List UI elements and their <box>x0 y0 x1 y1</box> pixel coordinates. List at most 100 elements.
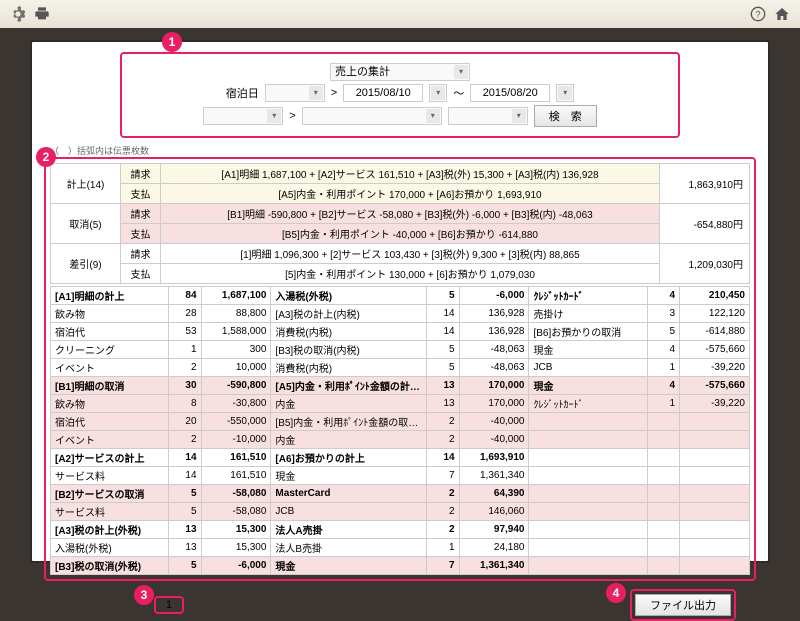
callout-1: 1 <box>162 32 182 52</box>
detail-cell: 97,940 <box>459 521 529 539</box>
chevron-down-icon: ▾ <box>512 109 526 123</box>
detail-cell: -590,800 <box>201 377 271 395</box>
detail-cell: [B3]税の取消(外税) <box>51 557 169 575</box>
detail-cell: 消費税(内税) <box>271 323 427 341</box>
detail-cell: 20 <box>169 413 201 431</box>
detail-row: 宿泊代531,588,000消費税(内税)14136,928[B6]お預かりの取… <box>51 323 750 341</box>
extra-select-2[interactable]: ▾ <box>302 107 442 125</box>
report-type-select[interactable]: 売上の集計▾ <box>330 63 470 81</box>
detail-cell: -40,000 <box>459 413 529 431</box>
toolbar: ? <box>0 0 800 28</box>
detail-cell: 消費税(内税) <box>271 359 427 377</box>
summary-formula: [B5]内金・利用ポイント -40,000 + [B6]お預かり -614,88… <box>161 224 660 244</box>
detail-cell: 1,693,910 <box>459 449 529 467</box>
detail-cell: [B3]税の取消(内税) <box>271 341 427 359</box>
date-to-picker[interactable]: ▾ <box>556 84 574 102</box>
summary-formula: [B1]明細 -590,800 + [B2]サービス -58,080 + [B3… <box>161 204 660 224</box>
detail-cell: 15,300 <box>201 521 271 539</box>
detail-cell: [A1]明細の計上 <box>51 287 169 305</box>
extra-select-3[interactable]: ▾ <box>448 107 528 125</box>
detail-cell: 内金 <box>271 431 427 449</box>
search-button[interactable]: 検 索 <box>534 105 597 127</box>
detail-cell: 5 <box>647 323 679 341</box>
date-kind-select[interactable]: ▾ <box>265 84 325 102</box>
summary-row: 支払[A5]内金・利用ポイント 170,000 + [A6]お預かり 1,693… <box>51 184 750 204</box>
detail-cell: [A3]税の計上(外税) <box>51 521 169 539</box>
summary-group: 取消(5) <box>51 204 121 244</box>
detail-row: イベント210,000消費税(内税)5-48,063JCB1-39,220 <box>51 359 750 377</box>
extra-select-1[interactable]: ▾ <box>203 107 283 125</box>
sep-tilde: ～ <box>453 85 464 101</box>
detail-cell: 1,361,340 <box>459 557 529 575</box>
detail-cell: -6,000 <box>459 287 529 305</box>
detail-cell: 1,361,340 <box>459 467 529 485</box>
detail-cell: 5 <box>427 287 459 305</box>
detail-row: [B3]税の取消(外税)5-6,000現金71,361,340 <box>51 557 750 575</box>
detail-row: 飲み物8-30,800内金13170,000ｸﾚｼﾞｯﾄｶｰﾄﾞ1-39,220 <box>51 395 750 413</box>
detail-cell: [A6]お預かりの計上 <box>271 449 427 467</box>
detail-row: クリーニング1300[B3]税の取消(内税)5-48,063現金4-575,66… <box>51 341 750 359</box>
detail-cell: 7 <box>427 467 459 485</box>
detail-cell <box>647 557 679 575</box>
detail-row: 入湯税(外税)1315,300法人B売掛124,180 <box>51 539 750 557</box>
detail-row: [A1]明細の計上841,687,100入湯税(外税)5-6,000ｸﾚｼﾞｯﾄ… <box>51 287 750 305</box>
detail-cell <box>647 413 679 431</box>
detail-cell: 4 <box>647 287 679 305</box>
print-icon[interactable] <box>34 6 50 22</box>
detail-cell: -40,000 <box>459 431 529 449</box>
detail-cell: 13 <box>427 395 459 413</box>
summary-kind: 請求 <box>121 164 161 184</box>
date-from-input[interactable]: 2015/08/10 <box>343 84 423 102</box>
detail-cell: 2 <box>427 521 459 539</box>
export-box: ファイル出力 <box>630 589 736 621</box>
detail-cell: 1,588,000 <box>201 323 271 341</box>
results-box: 2 計上(14)請求[A1]明細 1,687,100 + [A2]サービス 16… <box>44 157 756 581</box>
gear-icon[interactable] <box>10 6 26 22</box>
detail-cell: 内金 <box>271 395 427 413</box>
detail-cell: 2 <box>427 503 459 521</box>
detail-row: サービス料14161,510現金71,361,340 <box>51 467 750 485</box>
detail-cell: 5 <box>169 485 201 503</box>
detail-row: 飲み物2888,800[A3]税の計上(内税)14136,928売掛け3122,… <box>51 305 750 323</box>
summary-kind: 支払 <box>121 184 161 204</box>
detail-cell: イベント <box>51 359 169 377</box>
date-from-picker[interactable]: ▾ <box>429 84 447 102</box>
detail-cell: 14 <box>427 305 459 323</box>
detail-cell <box>680 503 750 521</box>
summary-formula: [1]明細 1,096,300 + [2]サービス 103,430 + [3]税… <box>161 244 660 264</box>
detail-cell: 現金 <box>529 377 647 395</box>
detail-cell: 1 <box>647 359 679 377</box>
detail-cell: 15,300 <box>201 539 271 557</box>
detail-cell: [B6]お預かりの取消 <box>529 323 647 341</box>
file-export-button[interactable]: ファイル出力 <box>635 594 731 616</box>
detail-cell: 146,060 <box>459 503 529 521</box>
summary-kind: 請求 <box>121 204 161 224</box>
detail-cell: 法人A売掛 <box>271 521 427 539</box>
detail-cell: 13 <box>169 521 201 539</box>
detail-cell: 10,000 <box>201 359 271 377</box>
detail-cell: -10,000 <box>201 431 271 449</box>
detail-cell: 4 <box>647 377 679 395</box>
detail-cell: 飲み物 <box>51 305 169 323</box>
summary-total: 1,863,910円 <box>660 164 750 204</box>
date-to-input[interactable]: 2015/08/20 <box>470 84 550 102</box>
detail-cell: -550,000 <box>201 413 271 431</box>
sep-gt-2: > <box>289 110 295 122</box>
chevron-down-icon: ▾ <box>454 65 468 79</box>
help-icon[interactable]: ? <box>750 6 766 22</box>
detail-cell: [B5]内金・利用ﾎﾟｲﾝﾄ金額の取… <box>271 413 427 431</box>
detail-cell: -48,063 <box>459 341 529 359</box>
detail-cell: -58,080 <box>201 485 271 503</box>
summary-formula: [A1]明細 1,687,100 + [A2]サービス 161,510 + [A… <box>161 164 660 184</box>
detail-cell <box>529 413 647 431</box>
detail-cell: 13 <box>427 377 459 395</box>
detail-cell: 1 <box>169 341 201 359</box>
detail-cell: 210,450 <box>680 287 750 305</box>
detail-cell: 53 <box>169 323 201 341</box>
detail-cell: 宿泊代 <box>51 323 169 341</box>
page-number: 1 <box>154 596 184 614</box>
home-icon[interactable] <box>774 6 790 22</box>
detail-cell: 64,390 <box>459 485 529 503</box>
summary-total: 1,209,030円 <box>660 244 750 284</box>
detail-cell <box>529 557 647 575</box>
